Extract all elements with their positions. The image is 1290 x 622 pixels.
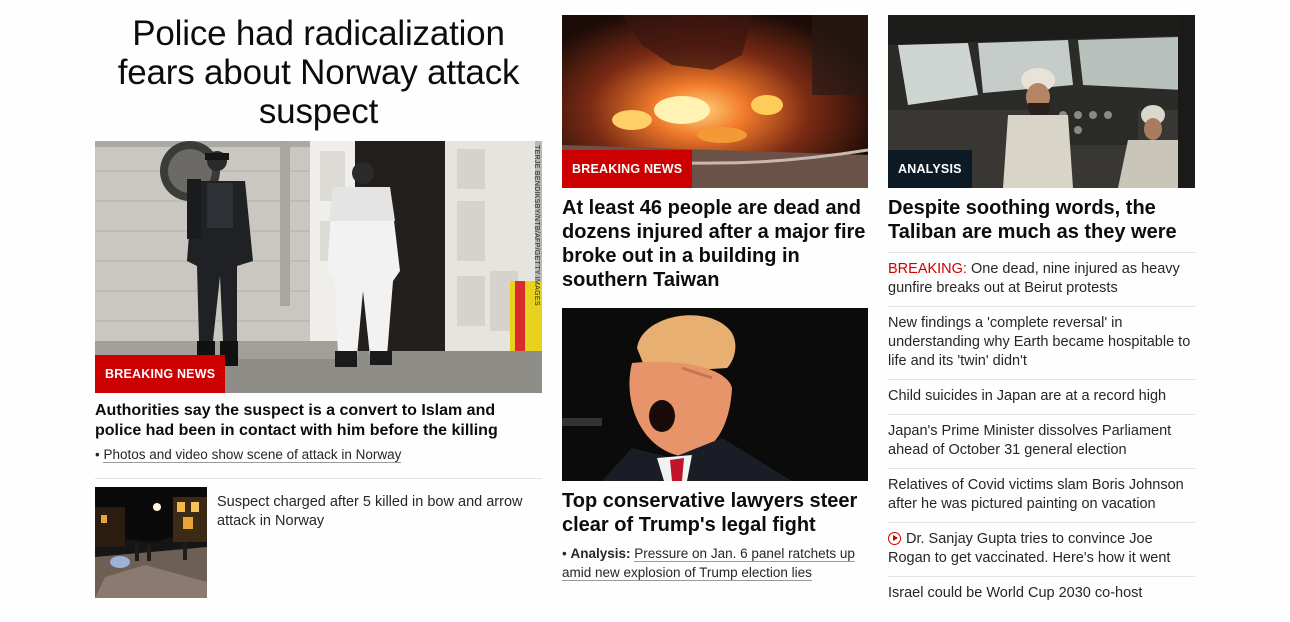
lead-related-link[interactable]: • Photos and video show scene of attack … xyxy=(95,445,542,464)
analysis-label: Analysis: xyxy=(570,546,631,561)
play-circle-icon xyxy=(888,532,901,545)
taiwan-fire-headline[interactable]: At least 46 people are dead and dozens i… xyxy=(562,196,868,292)
headline-list: BREAKING: One dead, nine injured as heav… xyxy=(888,252,1195,611)
breaking-news-badge: BREAKING NEWS xyxy=(95,355,226,393)
divider xyxy=(95,478,542,479)
night-street-photo xyxy=(95,487,207,598)
trump-image[interactable] xyxy=(562,308,868,481)
middle-column: BREAKING NEWS At least 46 people are dea… xyxy=(562,0,868,582)
lead-story-image[interactable]: TERJE BENDIKSBY/NTB/AFP/GETTY IMAGES BRE… xyxy=(95,141,542,393)
trump-photo xyxy=(562,308,868,481)
photo-credit: TERJE BENDIKSBY/NTB/AFP/GETTY IMAGES xyxy=(533,145,540,306)
taliban-image[interactable]: ANALYSIS xyxy=(888,15,1195,188)
breaking-label: BREAKING: xyxy=(888,261,967,277)
taliban-headline[interactable]: Despite soothing words, the Taliban are … xyxy=(888,196,1195,244)
list-item[interactable]: Dr. Sanjay Gupta tries to convince Joe R… xyxy=(888,522,1195,576)
trump-related-link[interactable]: • Analysis: Pressure on Jan. 6 panel rat… xyxy=(562,544,868,582)
related-story-thumbnail[interactable] xyxy=(95,487,207,598)
list-item[interactable]: BREAKING: One dead, nine injured as heav… xyxy=(888,252,1195,306)
analysis-badge: ANALYSIS xyxy=(888,150,972,188)
list-item[interactable]: Japan's Prime Minister dissolves Parliam… xyxy=(888,414,1195,468)
taiwan-fire-image[interactable]: BREAKING NEWS xyxy=(562,15,868,188)
list-item[interactable]: Relatives of Covid victims slam Boris Jo… xyxy=(888,468,1195,522)
trump-headline[interactable]: Top conservative lawyers steer clear of … xyxy=(562,489,868,537)
list-item[interactable]: Israel could be World Cup 2030 co-host xyxy=(888,576,1195,611)
list-item[interactable]: New findings a 'complete reversal' in un… xyxy=(888,306,1195,379)
right-column: ANALYSIS Despite soothing words, the Tal… xyxy=(888,0,1195,611)
related-story-card[interactable]: Suspect charged after 5 killed in bow an… xyxy=(95,487,542,598)
breaking-news-badge: BREAKING NEWS xyxy=(562,150,693,188)
list-item[interactable]: Child suicides in Japan are at a record … xyxy=(888,379,1195,414)
related-story-headline[interactable]: Suspect charged after 5 killed in bow an… xyxy=(217,493,542,598)
lead-story-headline[interactable]: Authorities say the suspect is a convert… xyxy=(95,401,542,441)
lead-story-column: Police had radicalization fears about No… xyxy=(95,0,542,598)
lead-story-title[interactable]: Police had radicalization fears about No… xyxy=(95,14,542,131)
